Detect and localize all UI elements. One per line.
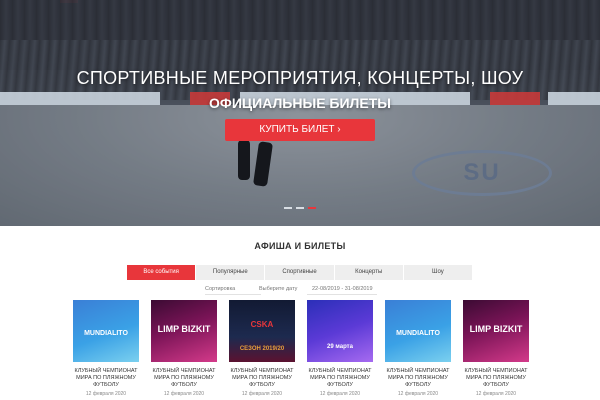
sort-dropdown[interactable]: Сортировка xyxy=(205,286,235,292)
section-title: АФИША И БИЛЕТЫ xyxy=(254,241,346,251)
poster-text: MUNDIALITO xyxy=(84,330,128,337)
date-range-input[interactable]: 22-08/2019 - 31-08/2019 xyxy=(312,286,373,292)
event-card[interactable]: LIMP BIZKIT КЛУБНЫЙ ЧЕМПИОНАТ МИРА ПО ПЛ… xyxy=(151,300,217,397)
poster-season-text: СЕЗОН 2019/20 xyxy=(239,346,285,352)
slider-dot[interactable] xyxy=(284,207,292,209)
poster-text: LIMP BIZKIT xyxy=(157,324,211,334)
event-title[interactable]: КЛУБНЫЙ ЧЕМПИОНАТ МИРА ПО ПЛЯЖНОМУ ФУТБО… xyxy=(73,368,139,389)
event-title[interactable]: КЛУБНЫЙ ЧЕМПИОНАТ МИРА ПО ПЛЯЖНОМУ ФУТБО… xyxy=(307,368,373,389)
poster-text: MUNDIALITO xyxy=(396,330,440,337)
slider-dots xyxy=(284,207,316,209)
tab-sports[interactable]: Спортивные xyxy=(265,265,335,280)
tab-show[interactable]: Шоу xyxy=(404,265,474,280)
poster-text: CSKA xyxy=(250,320,274,329)
event-cards: MUNDIALITO КЛУБНЫЙ ЧЕМПИОНАТ МИРА ПО ПЛЯ… xyxy=(70,300,540,400)
event-date: 12 февраля 2020 xyxy=(397,391,439,397)
tab-concerts[interactable]: Концерты xyxy=(335,265,404,280)
event-title[interactable]: КЛУБНЫЙ ЧЕМПИОНАТ МИРА ПО ПЛЯЖНОМУ ФУТБО… xyxy=(151,368,217,389)
hero-title: СПОРТИВНЫЕ МЕРОПРИЯТИЯ, КОНЦЕРТЫ, ШОУ xyxy=(76,68,524,88)
skater-figure xyxy=(238,140,250,180)
event-card[interactable]: 29 марта КЛУБНЫЙ ЧЕМПИОНАТ МИРА ПО ПЛЯЖН… xyxy=(307,300,373,397)
event-date: 12 февраля 2020 xyxy=(319,391,361,397)
tab-all-events[interactable]: Все события xyxy=(127,265,197,280)
event-poster[interactable]: 29 марта xyxy=(307,300,373,362)
event-poster[interactable]: LIMP BIZKIT xyxy=(151,300,217,362)
poster-text: 29 марта xyxy=(327,344,353,350)
event-card[interactable]: MUNDIALITO КЛУБНЫЙ ЧЕМПИОНАТ МИРА ПО ПЛЯ… xyxy=(73,300,139,397)
event-title[interactable]: КЛУБНЫЙ ЧЕМПИОНАТ МИРА ПО ПЛЯЖНОМУ ФУТБО… xyxy=(229,368,295,389)
sort-underline xyxy=(205,294,261,295)
ice-logo: SU xyxy=(412,150,552,196)
event-poster[interactable]: LIMP BIZKIT xyxy=(463,300,529,362)
poster-text: LIMP BIZKIT xyxy=(469,324,523,334)
slider-dot[interactable] xyxy=(308,207,316,209)
event-poster[interactable]: MUNDIALITO xyxy=(73,300,139,362)
event-title[interactable]: КЛУБНЫЙ ЧЕМПИОНАТ МИРА ПО ПЛЯЖНОМУ ФУТБО… xyxy=(385,368,451,389)
event-date: 12 февраля 2020 xyxy=(85,391,127,397)
event-filter-tabs: Все события Популярные Спортивные Концер… xyxy=(127,265,474,280)
hero-banner: SU СПОРТИВНЫЕ МЕРОПРИЯТИЯ, КОНЦЕРТЫ, ШОУ… xyxy=(0,0,600,226)
date-underline xyxy=(307,294,377,295)
event-poster[interactable]: CSKA СЕЗОН 2019/20 xyxy=(229,300,295,362)
buy-ticket-button[interactable]: КУПИТЬ БИЛЕТ › xyxy=(225,119,375,141)
event-card[interactable]: MUNDIALITO КЛУБНЫЙ ЧЕМПИОНАТ МИРА ПО ПЛЯ… xyxy=(385,300,451,397)
filter-bar: Сортировка Выберите дату 22-08/2019 - 31… xyxy=(127,285,473,295)
hero-subtitle: ОФИЦИАЛЬНЫЕ БИЛЕТЫ xyxy=(209,95,391,111)
event-poster[interactable]: MUNDIALITO xyxy=(385,300,451,362)
event-date: 12 февраля 2020 xyxy=(475,391,517,397)
event-card[interactable]: LIMP BIZKIT КЛУБНЫЙ ЧЕМПИОНАТ МИРА ПО ПЛ… xyxy=(463,300,529,397)
tab-popular[interactable]: Популярные xyxy=(196,265,266,280)
event-date: 12 февраля 2020 xyxy=(163,391,205,397)
date-picker-label: Выберите дату xyxy=(259,286,298,292)
event-title[interactable]: КЛУБНЫЙ ЧЕМПИОНАТ МИРА ПО ПЛЯЖНОМУ ФУТБО… xyxy=(463,368,529,389)
slider-dot[interactable] xyxy=(296,207,304,209)
event-card[interactable]: CSKA СЕЗОН 2019/20 КЛУБНЫЙ ЧЕМПИОНАТ МИР… xyxy=(229,300,295,397)
event-date: 12 февраля 2020 xyxy=(241,391,283,397)
